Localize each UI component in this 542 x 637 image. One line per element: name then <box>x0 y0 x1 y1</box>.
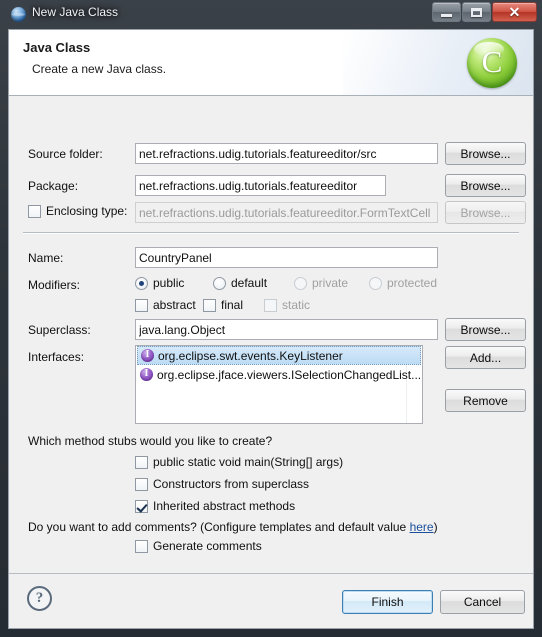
help-icon[interactable]: ? <box>27 586 52 611</box>
window-title: New Java Class <box>32 5 119 19</box>
checkbox-main-box <box>135 455 148 469</box>
page-subtitle: Create a new Java class. <box>32 62 167 76</box>
checkbox-constructors-label: Constructors from superclass <box>153 477 310 491</box>
java-class-icon: C <box>467 38 517 88</box>
checkbox-inherited-box <box>135 499 148 513</box>
finish-button[interactable]: Finish <box>342 590 433 614</box>
name-label: Name: <box>28 251 64 265</box>
enclosing-type-browse-button[interactable]: Browse... <box>445 201 526 224</box>
radio-private-label: private <box>312 276 349 290</box>
modifier-radio-private[interactable]: private <box>294 276 348 290</box>
list-item[interactable]: org.eclipse.jface.viewers.ISelectionChan… <box>136 365 422 384</box>
dialog-client-area: Java Class Create a new Java class. C So… <box>8 29 534 629</box>
interface-icon <box>141 348 154 362</box>
wizard-header: Java Class Create a new Java class. C <box>9 30 533 96</box>
stub-checkbox-main[interactable]: public static void main(String[] args) <box>135 455 343 469</box>
modifier-radio-public[interactable]: public <box>135 276 184 290</box>
checkbox-final-box <box>203 298 216 312</box>
dialog-body: Source folder: Browse... Package: Browse… <box>9 96 533 572</box>
checkbox-abstract-box <box>135 298 148 312</box>
package-browse-button[interactable]: Browse... <box>445 174 526 197</box>
stub-checkbox-inherited[interactable]: Inherited abstract methods <box>135 499 295 513</box>
comments-question: Do you want to add comments? (Configure … <box>28 520 438 534</box>
enclosing-type-label: Enclosing type: <box>46 204 128 218</box>
page-title: Java Class <box>23 40 91 55</box>
radio-default-label: default <box>231 276 268 290</box>
interfaces-remove-button[interactable]: Remove <box>445 389 526 412</box>
checkbox-main-label: public static void main(String[] args) <box>153 455 344 469</box>
minimize-button[interactable] <box>432 2 461 22</box>
modifier-checkbox-static[interactable]: static <box>264 298 310 312</box>
close-button[interactable]: ✕ <box>492 2 537 22</box>
enclosing-type-input[interactable] <box>135 202 438 223</box>
modifiers-label: Modifiers: <box>28 278 81 292</box>
radio-public-label: public <box>153 276 185 290</box>
radio-protected-label: protected <box>387 276 438 290</box>
source-folder-label: Source folder: <box>28 147 103 161</box>
minimize-icon <box>433 3 460 21</box>
list-item-label: org.eclipse.jface.viewers.ISelectionChan… <box>157 367 422 382</box>
modifier-checkbox-final[interactable]: final <box>203 298 243 312</box>
package-input[interactable] <box>135 175 386 196</box>
enclosing-type-checkbox-box <box>28 204 41 218</box>
dialog-button-bar: ? Finish Cancel <box>9 573 533 628</box>
package-label: Package: <box>28 179 79 193</box>
checkbox-generate-comments-box <box>135 539 148 553</box>
modifier-radio-default[interactable]: default <box>213 276 267 290</box>
radio-default-dot <box>213 276 226 290</box>
list-item[interactable]: org.eclipse.swt.events.KeyListener <box>137 346 421 365</box>
source-folder-browse-button[interactable]: Browse... <box>445 142 526 165</box>
radio-private-dot <box>294 276 307 290</box>
checkbox-inherited-label: Inherited abstract methods <box>153 499 296 513</box>
interfaces-label: Interfaces: <box>28 350 85 364</box>
close-icon: ✕ <box>508 3 521 20</box>
checkbox-static-box <box>264 298 277 312</box>
new-java-class-window: New Java Class ✕ Java Class Create a new… <box>0 0 542 637</box>
checkbox-final-label: final <box>221 298 244 312</box>
checkbox-abstract-label: abstract <box>153 298 196 312</box>
generate-comments-checkbox[interactable]: Generate comments <box>135 539 262 553</box>
window-controls: ✕ <box>432 2 537 22</box>
maximize-icon <box>463 3 490 21</box>
maximize-button[interactable] <box>462 2 491 22</box>
checkbox-generate-comments-label: Generate comments <box>153 539 262 553</box>
interfaces-list[interactable]: org.eclipse.swt.events.KeyListener org.e… <box>135 345 423 424</box>
comments-question-before: Do you want to add comments? (Configure … <box>28 520 410 534</box>
eclipse-globe-icon <box>11 7 26 22</box>
name-input[interactable] <box>135 247 438 268</box>
radio-public-dot <box>135 276 148 290</box>
comments-question-after: ) <box>433 520 438 534</box>
configure-templates-link[interactable]: here <box>410 520 434 534</box>
superclass-browse-button[interactable]: Browse... <box>445 318 526 341</box>
separator-top <box>23 232 519 233</box>
superclass-input[interactable] <box>135 319 438 340</box>
modifier-radio-protected[interactable]: protected <box>369 276 437 290</box>
java-class-icon-letter: C <box>481 43 503 79</box>
source-folder-input[interactable] <box>135 143 438 164</box>
list-item-label: org.eclipse.swt.events.KeyListener <box>158 348 343 363</box>
interface-icon <box>140 367 153 381</box>
stub-checkbox-constructors[interactable]: Constructors from superclass <box>135 477 309 491</box>
checkbox-static-label: static <box>282 298 311 312</box>
checkbox-constructors-box <box>135 477 148 491</box>
title-bar: New Java Class ✕ <box>0 0 542 29</box>
modifier-checkbox-abstract[interactable]: abstract <box>135 298 196 312</box>
cancel-button[interactable]: Cancel <box>440 590 525 614</box>
superclass-label: Superclass: <box>28 323 91 337</box>
enclosing-type-checkbox[interactable]: Enclosing type: <box>28 204 127 218</box>
radio-protected-dot <box>369 276 382 290</box>
method-stubs-question: Which method stubs would you like to cre… <box>28 434 273 448</box>
interfaces-add-button[interactable]: Add... <box>445 346 526 369</box>
